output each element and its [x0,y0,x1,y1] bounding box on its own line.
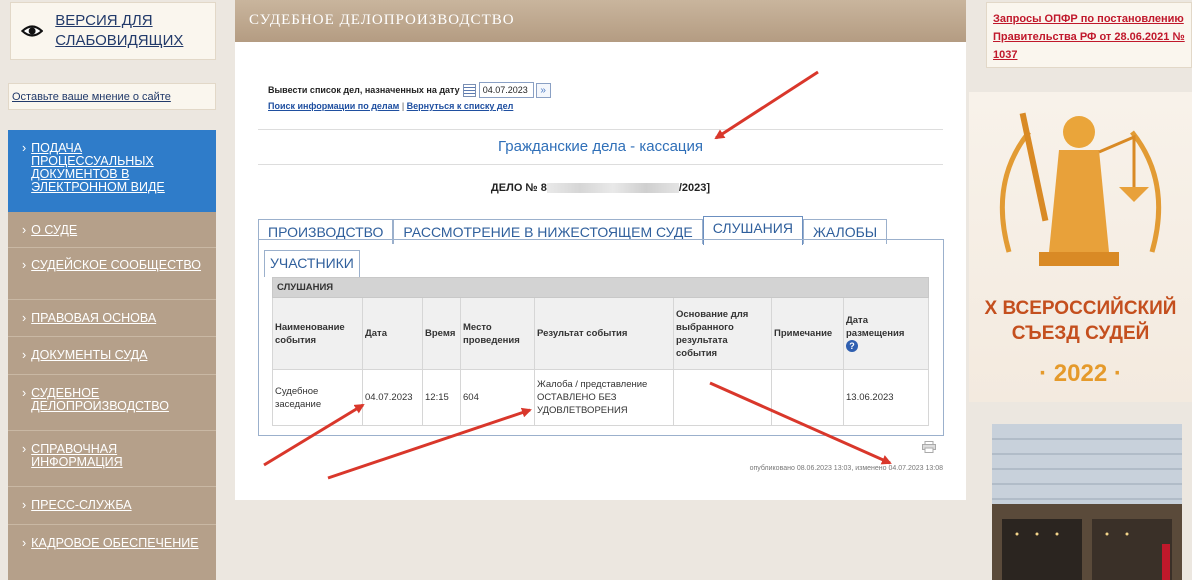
menu-item-label[interactable]: ПОДАЧА ПРОЦЕССУАЛЬНЫХ ДОКУМЕНТОВ В ЭЛЕКТ… [31,142,206,203]
menu-item-legal[interactable]: › ПРАВОВАЯ ОСНОВА [8,300,216,337]
go-button[interactable]: » [535,82,551,98]
chevron-right-icon: › [22,223,27,237]
print-icon[interactable] [922,441,936,453]
menu-item-about[interactable]: › О СУДЕ [8,212,216,248]
published-info: опубликовано 08.06.2023 13:03, изменено … [749,465,943,472]
chevron-right-icon: › [22,498,27,512]
banner-title: X ВСЕРОССИЙСКИЙ СЪЕЗД СУДЕЙ [969,296,1192,346]
menu-item-label[interactable]: ПРАВОВАЯ ОСНОВА [31,312,156,328]
menu-item-label[interactable]: КАДРОВОЕ ОБЕСПЕЧЕНИЕ [31,537,198,572]
hearings-table: СЛУШАНИЯ Наименование события Дата Время… [272,277,929,426]
banner-line2: СЪЕЗД СУДЕЙ [1011,323,1150,344]
menu-item-label[interactable]: О СУДЕ [31,224,77,239]
col-event: Наименование события [272,297,363,370]
cell-result: Жалоба / представление ОСТАВЛЕНО БЕЗ УДО… [534,369,674,426]
cell-basis [673,369,772,426]
eye-icon [21,25,44,37]
col-note-label: Примечание [774,328,833,339]
cell-date: 04.07.2023 [362,369,423,426]
calendar-icon[interactable] [462,83,476,97]
search-cases-link[interactable]: Поиск информации по делам [268,101,399,111]
left-column: ВЕРСИЯ ДЛЯ СЛАБОВИДЯЩИХ Оставьте ваше мн… [0,0,216,580]
menu-item-community[interactable]: › СУДЕЙСКОЕ СООБЩЕСТВО [8,248,216,300]
menu-item-label[interactable]: ДОКУМЕНТЫ СУДА [31,349,147,366]
case-number-prefix: ДЕЛО № 8 [490,182,547,194]
menu-item-label[interactable]: СПРАВОЧНАЯ ИНФОРМАЦИЯ [31,443,206,478]
chevron-right-icon: › [22,258,27,272]
chevron-right-icon: › [22,442,27,456]
tab-participants[interactable]: УЧАСТНИКИ [264,250,360,277]
menu-item-proceedings[interactable]: › СУДЕБНОЕ ДЕЛОПРОИЗВОДСТВО [8,375,216,431]
menu-item-label[interactable]: СУДЕЙСКОЕ СООБЩЕСТВО [31,259,201,291]
col-place: Место проведения [460,297,535,370]
cell-posted: 13.06.2023 [843,369,929,426]
table-row: Судебное заседание 04.07.2023 12:15 604 … [272,369,929,426]
opinion-box: Оставьте ваше мнение о сайте [8,83,216,110]
links-separator: | [401,101,405,111]
redacted-block [546,183,679,194]
col-date: Дата [362,297,423,370]
menu-item-label[interactable]: СУДЕБНОЕ ДЕЛОПРОИЗВОДСТВО [31,387,206,422]
building-picture [992,424,1182,580]
col-posted-label: Дата размещения [846,315,905,339]
chevron-right-icon: › [22,141,27,155]
case-links: Поиск информации по делам | Вернуться к … [268,101,513,111]
chevron-right-icon: › [22,348,27,362]
date-filter: Вывести список дел, назначенных на дату … [268,82,551,98]
banner-line1: X ВСЕРОССИЙСКИЙ [984,298,1177,319]
menu-item-documents[interactable]: › ДОКУМЕНТЫ СУДА [8,337,216,375]
menu-item-press[interactable]: › ПРЕСС-СЛУЖБА [8,487,216,525]
vision-version-link[interactable]: ВЕРСИЯ ДЛЯ СЛАБОВИДЯЩИХ [55,11,215,51]
table-caption: СЛУШАНИЯ [272,277,929,298]
col-posted: Дата размещения? [843,297,929,370]
chevron-right-icon: › [22,536,27,550]
col-result: Результат события [534,297,674,370]
cell-note [771,369,844,426]
case-number: ДЕЛО № 8/2023] [235,182,966,194]
help-icon[interactable]: ? [846,340,858,352]
main-panel: СУДЕБНОЕ ДЕЛОПРОИЗВОДСТВО Вывести список… [235,0,966,500]
opfr-link[interactable]: Запросы ОПФР по постановлению Правительс… [993,13,1185,61]
chevron-right-icon: › [22,386,27,400]
chevron-right-icon: › [22,311,27,325]
banner-year: · 2022 · [1039,360,1122,387]
section-title: Гражданские дела - кассация [497,138,704,155]
cell-place: 604 [460,369,535,426]
divider [258,164,943,165]
menu-item-submit-documents[interactable]: › ПОДАЧА ПРОЦЕССУАЛЬНЫХ ДОКУМЕНТОВ В ЭЛЕ… [8,130,216,212]
menu-item-reference[interactable]: › СПРАВОЧНАЯ ИНФОРМАЦИЯ [8,431,216,487]
date-input[interactable] [478,82,534,98]
opfr-box: Запросы ОПФР по постановлению Правительс… [986,2,1192,68]
back-to-list-link[interactable]: Вернуться к списку дел [407,101,514,111]
col-basis: Основание для выбранного результата собы… [673,297,772,370]
divider [258,129,943,130]
vision-version-button[interactable]: ВЕРСИЯ ДЛЯ СЛАБОВИДЯЩИХ [10,2,216,60]
menu-item-label[interactable]: ПРЕСС-СЛУЖБА [31,499,131,516]
col-time: Время [422,297,461,370]
page-title: СУДЕБНОЕ ДЕЛОПРОИЗВОДСТВО [235,0,966,42]
opinion-link[interactable]: Оставьте ваше мнение о сайте [12,91,171,103]
side-menu: › ПОДАЧА ПРОЦЕССУАЛЬНЫХ ДОКУМЕНТОВ В ЭЛЕ… [8,130,216,580]
col-note: Примечание [771,297,844,370]
menu-item-staffing[interactable]: › КАДРОВОЕ ОБЕСПЕЧЕНИЕ [8,525,216,580]
case-number-suffix: /2023] [678,182,711,194]
congress-banner[interactable]: X ВСЕРОССИЙСКИЙ СЪЕЗД СУДЕЙ · 2022 · [969,92,1192,402]
themis-statue-icon [999,112,1162,266]
court-building-image[interactable] [992,424,1182,580]
date-filter-label: Вывести список дел, назначенных на дату [268,85,460,95]
cell-event: Судебное заседание [272,369,363,426]
cell-time: 12:15 [422,369,461,426]
tab-panel: УЧАСТНИКИ СЛУШАНИЯ Наименование события … [258,239,944,436]
